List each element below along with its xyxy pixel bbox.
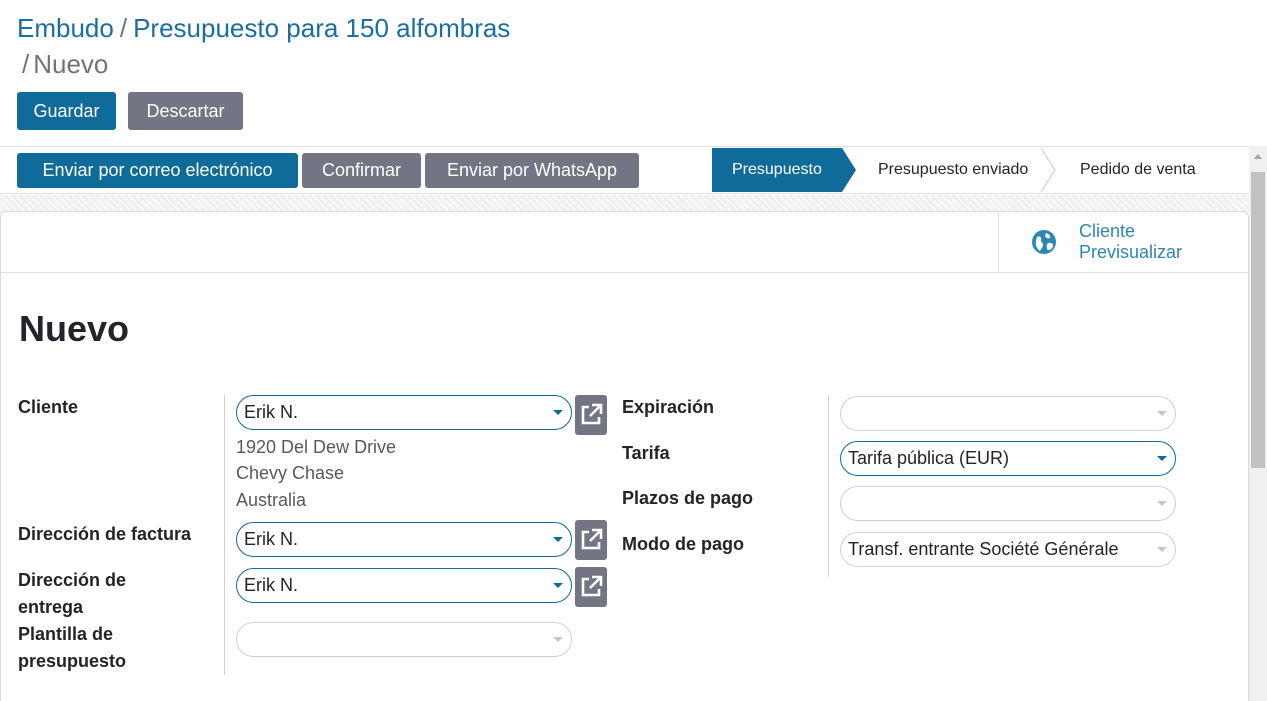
- customer-value: Erik N.: [244, 402, 298, 422]
- label-divider: [828, 395, 829, 577]
- caret-down-icon: [553, 583, 563, 588]
- external-link-icon: [581, 403, 603, 425]
- send-email-button[interactable]: Enviar por correo electrónico: [17, 153, 298, 188]
- delivery-address-value: Erik N.: [244, 575, 298, 595]
- invoice-external-link-button[interactable]: [575, 520, 607, 560]
- breadcrumb-current-line: / Nuevo: [22, 46, 108, 82]
- payment-terms-field[interactable]: [840, 486, 1176, 521]
- discard-button[interactable]: Descartar: [128, 92, 243, 130]
- label-divider: [224, 395, 225, 675]
- delivery-address-label: Dirección de entrega: [18, 567, 126, 621]
- record-title: Nuevo: [19, 308, 130, 349]
- customer-address-line1: 1920 Del Dew Drive: [236, 437, 397, 457]
- breadcrumb-separator: /: [119, 13, 128, 43]
- breadcrumb-parent-link[interactable]: Presupuesto para 150 alfombras: [133, 13, 510, 43]
- delivery-external-link-button[interactable]: [575, 567, 607, 607]
- smart-button-box: Cliente Previsualizar: [1, 212, 1248, 273]
- quotation-template-label-line1: Plantilla de: [18, 624, 114, 644]
- scroll-up-icon[interactable]: [1254, 154, 1262, 159]
- delivery-address-label-line1: Dirección de: [18, 570, 127, 590]
- globe-icon: [1032, 230, 1056, 254]
- caret-down-icon: [1157, 411, 1167, 416]
- stage-label: Presupuesto enviado: [878, 161, 1029, 178]
- pricelist-label: Tarifa: [622, 443, 670, 463]
- caret-down-icon: [553, 537, 563, 542]
- external-link-icon: [581, 528, 603, 550]
- breadcrumb-current: Nuevo: [33, 49, 109, 79]
- customer-external-link-button[interactable]: [575, 395, 607, 435]
- smart-button-line2: Previsualizar: [1079, 242, 1183, 262]
- stage-quotation-sent[interactable]: Presupuesto enviado: [842, 148, 1056, 192]
- smart-button-line1: Cliente: [1079, 221, 1136, 241]
- scrollbar-thumb[interactable]: [1251, 172, 1265, 468]
- caret-down-icon: [1157, 547, 1167, 552]
- stage-label: Pedido de venta: [1080, 161, 1196, 178]
- chevron-right-icon: [1040, 148, 1056, 192]
- customer-field[interactable]: Erik N.: [236, 395, 572, 430]
- quotation-template-field[interactable]: [236, 622, 572, 657]
- invoice-address-label: Dirección de factura: [18, 524, 192, 544]
- caret-down-icon: [553, 410, 563, 415]
- payment-mode-value: Transf. entrante Société Générale: [848, 539, 1119, 559]
- customer-preview-button[interactable]: Cliente Previsualizar: [998, 212, 1248, 272]
- customer-address-line3: Australia: [236, 490, 307, 510]
- external-link-icon: [581, 575, 603, 597]
- breadcrumb-root-link[interactable]: Embudo: [17, 13, 114, 43]
- delivery-address-field[interactable]: Erik N.: [236, 568, 572, 603]
- quotation-template-label-line2: presupuesto: [18, 651, 127, 671]
- stage-quotation[interactable]: Presupuesto: [712, 148, 856, 192]
- confirm-button[interactable]: Confirmar: [302, 153, 421, 188]
- caret-down-icon: [553, 637, 563, 642]
- save-button[interactable]: Guardar: [17, 92, 116, 130]
- breadcrumb-separator: /: [22, 49, 30, 79]
- stage-sales-order[interactable]: Pedido de venta: [1056, 148, 1236, 192]
- payment-mode-field[interactable]: Transf. entrante Société Générale: [840, 532, 1176, 567]
- caret-down-icon: [1157, 456, 1167, 461]
- send-whatsapp-button[interactable]: Enviar por WhatsApp: [425, 153, 639, 188]
- customer-address-line2: Chevy Chase: [236, 463, 345, 483]
- scrollbar[interactable]: [1249, 146, 1267, 701]
- payment-terms-label: Plazos de pago: [622, 488, 754, 508]
- expiration-label: Expiración: [622, 397, 715, 417]
- invoice-address-value: Erik N.: [244, 529, 298, 549]
- invoice-address-field[interactable]: Erik N.: [236, 522, 572, 557]
- stage-label: Presupuesto: [732, 161, 822, 178]
- delivery-address-label-line2: entrega: [18, 597, 84, 617]
- caret-down-icon: [1157, 501, 1167, 506]
- expiration-field[interactable]: [840, 396, 1176, 431]
- payment-mode-label: Modo de pago: [622, 534, 744, 554]
- stage-pipeline: Presupuesto Presupuesto enviado Pedido d…: [712, 148, 1236, 192]
- customer-label: Cliente: [18, 397, 79, 417]
- pricelist-value: Tarifa pública (EUR): [848, 448, 1010, 468]
- breadcrumb: Embudo / Presupuesto para 150 alfombras: [17, 10, 510, 46]
- pricelist-field[interactable]: Tarifa pública (EUR): [840, 441, 1176, 476]
- quotation-template-label: Plantilla de presupuesto: [18, 621, 126, 675]
